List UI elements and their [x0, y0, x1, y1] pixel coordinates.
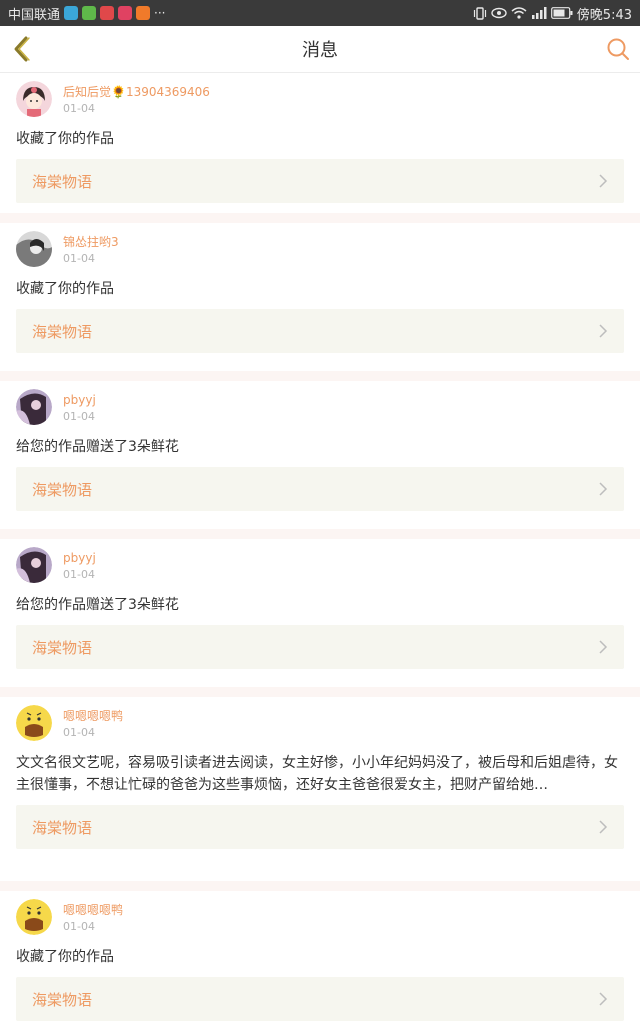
notification-item: pbyyj 01-04 给您的作品赠送了3朵鲜花 海棠物语	[0, 381, 640, 529]
timestamp: 01-04	[63, 410, 95, 423]
divider	[0, 529, 640, 539]
chevron-right-icon	[599, 482, 608, 496]
notification-item: 锦怂拄哟3 01-04 收藏了你的作品 海棠物语	[0, 223, 640, 371]
divider	[0, 881, 640, 891]
vibrate-icon	[473, 6, 486, 20]
status-bar-right: 傍晚5:43	[473, 4, 632, 23]
work-card[interactable]: 海棠物语	[16, 309, 624, 353]
work-card[interactable]: 海棠物语	[16, 467, 624, 511]
username[interactable]: 嗯嗯嗯嗯鸭	[63, 708, 123, 724]
timestamp: 01-04	[63, 102, 95, 115]
divider	[0, 687, 640, 697]
username[interactable]: pbyyj	[63, 392, 96, 408]
notification-list: 后知后觉🌻13904369406 01-04 收藏了你的作品 海棠物语 锦怂拄哟…	[0, 73, 640, 1031]
carrier-label: 中国联通	[8, 7, 61, 23]
chevron-right-icon	[599, 640, 608, 654]
notification-message: 收藏了你的作品	[16, 281, 114, 297]
avatar[interactable]	[16, 547, 52, 583]
work-title: 海棠物语	[32, 480, 93, 499]
status-bar-left: 中国联通 ···	[8, 4, 165, 23]
notification-message: 收藏了你的作品	[16, 131, 114, 147]
divider	[0, 371, 640, 381]
video-app-icon	[136, 6, 151, 20]
notification-item: pbyyj 01-04 给您的作品赠送了3朵鲜花 海棠物语	[0, 539, 640, 687]
work-card[interactable]: 海棠物语	[16, 977, 624, 1021]
app-header: 消息	[0, 26, 640, 73]
avatar[interactable]	[16, 81, 52, 117]
work-title: 海棠物语	[32, 172, 93, 191]
chevron-right-icon	[599, 992, 608, 1006]
signal-icon	[531, 7, 547, 19]
work-title: 海棠物语	[32, 990, 93, 1009]
notification-message: 收藏了你的作品	[16, 949, 114, 965]
notification-item: 后知后觉🌻13904369406 01-04 收藏了你的作品 海棠物语	[0, 73, 640, 213]
timestamp: 01-04	[63, 726, 95, 739]
more-notifications-icon: ···	[154, 6, 166, 20]
username[interactable]: 嗯嗯嗯嗯鸭	[63, 902, 123, 918]
app-notification-icon	[100, 6, 115, 20]
chevron-right-icon	[599, 174, 608, 188]
work-card[interactable]: 海棠物语	[16, 805, 624, 849]
username[interactable]: pbyyj	[63, 550, 96, 566]
divider	[0, 213, 640, 223]
page-title: 消息	[302, 40, 338, 61]
timestamp: 01-04	[63, 568, 95, 581]
app-notification-icon	[118, 6, 133, 20]
eye-icon	[491, 7, 507, 19]
wechat-icon	[82, 6, 97, 20]
work-title: 海棠物语	[32, 818, 93, 837]
avatar[interactable]	[16, 231, 52, 267]
avatar[interactable]	[16, 705, 52, 741]
battery-icon	[550, 7, 573, 19]
timestamp: 01-04	[63, 252, 95, 265]
notification-message: 给您的作品赠送了3朵鲜花	[16, 439, 179, 455]
notification-message: 文文名很文艺呢，容易吸引读者进去阅读，女主好惨，小小年纪妈妈没了，被后母和后姐虐…	[16, 755, 618, 793]
work-title: 海棠物语	[32, 322, 93, 341]
chevron-right-icon	[599, 820, 608, 834]
work-title: 海棠物语	[32, 638, 93, 657]
notification-item: 嗯嗯嗯嗯鸭 01-04 文文名很文艺呢，容易吸引读者进去阅读，女主好惨，小小年纪…	[0, 697, 640, 881]
clock: 傍晚5:43	[576, 7, 632, 23]
work-card[interactable]: 海棠物语	[16, 159, 624, 203]
wifi-icon	[511, 7, 527, 19]
username[interactable]: 锦怂拄哟3	[63, 234, 119, 250]
avatar[interactable]	[16, 899, 52, 935]
timestamp: 01-04	[63, 920, 95, 933]
search-icon[interactable]	[606, 37, 630, 61]
username[interactable]: 后知后觉🌻13904369406	[63, 84, 210, 100]
notification-item: 嗯嗯嗯嗯鸭 01-04 收藏了你的作品 海棠物语	[0, 891, 640, 1031]
app-notification-icon	[64, 6, 79, 20]
notification-message: 给您的作品赠送了3朵鲜花	[16, 597, 179, 613]
chevron-right-icon	[599, 324, 608, 338]
status-bar: 中国联通 ··· 傍晚5:43	[0, 0, 640, 26]
back-arrow-icon[interactable]	[10, 35, 34, 63]
work-card[interactable]: 海棠物语	[16, 625, 624, 669]
avatar[interactable]	[16, 389, 52, 425]
